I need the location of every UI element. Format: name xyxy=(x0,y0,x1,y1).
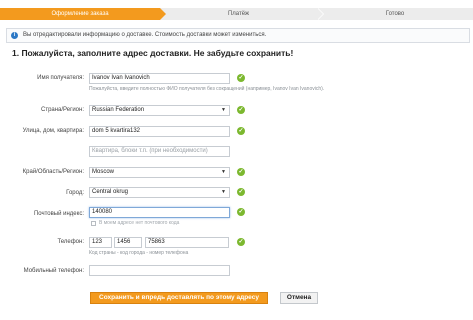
save-address-button[interactable]: Сохранить и впредь доставлять по этому а… xyxy=(90,292,268,304)
phone-ok-icon: ✓ xyxy=(237,238,245,246)
checkout-steps: Оформление заказа Платёж Готово xyxy=(0,8,473,20)
recipient-label: Имя получателя: xyxy=(37,75,84,81)
region-ok-icon: ✓ xyxy=(237,168,245,176)
info-notice: i Вы отредактировали информацию о достав… xyxy=(6,28,470,43)
recipient-ok-icon: ✓ xyxy=(237,74,245,82)
country-ok-icon: ✓ xyxy=(237,106,245,114)
region-select[interactable]: Moscow xyxy=(89,167,230,178)
phone-label: Телефон: xyxy=(57,239,84,245)
cancel-button[interactable]: Отмена xyxy=(280,292,318,304)
city-ok-icon: ✓ xyxy=(237,188,245,196)
city-select[interactable]: Central okrug xyxy=(89,187,230,198)
phone-area-code-input[interactable]: 1456 xyxy=(114,237,142,248)
street-ok-icon: ✓ xyxy=(237,127,245,135)
no-zip-checkbox[interactable] xyxy=(91,221,96,226)
step-order: Оформление заказа xyxy=(0,8,166,20)
country-label: Страна/Регион: xyxy=(40,107,84,113)
country-select[interactable]: Russian Federation xyxy=(89,105,230,116)
phone-country-code-input[interactable]: 123 xyxy=(89,237,112,248)
city-label: Город: xyxy=(66,190,84,196)
recipient-input[interactable]: Ivanov Ivan Ivanovich xyxy=(89,73,230,84)
notice-text: Вы отредактировали информацию о доставке… xyxy=(23,32,267,38)
info-icon: i xyxy=(11,32,18,39)
step-payment: Платёж xyxy=(160,8,324,20)
zip-ok-icon: ✓ xyxy=(237,208,245,216)
phone-hint: Код страны - код города - номер телефона xyxy=(89,250,189,256)
no-zip-checkbox-label: В моем адресе нет почтового кода xyxy=(99,220,180,226)
zip-label: Почтовый индекс: xyxy=(33,211,84,217)
street-input[interactable]: dom 5 kvartira132 xyxy=(89,126,230,137)
phone-number-input[interactable]: 75863 xyxy=(145,237,229,248)
zip-input[interactable]: 140080 xyxy=(89,207,230,218)
step-done: Готово xyxy=(317,8,473,20)
mobile-label: Мобильный телефон: xyxy=(23,268,84,274)
street-label: Улица, дом, квартира: xyxy=(22,128,84,134)
street2-input[interactable]: Квартира, блоки т.п. (при необходимости) xyxy=(89,146,230,157)
mobile-input[interactable] xyxy=(89,265,230,276)
recipient-hint: Пожалуйста, введите полностью ФИО получа… xyxy=(89,86,325,92)
region-label: Край/Область/Регион: xyxy=(22,169,84,175)
section-title: 1. Пожалуйста, заполните адрес доставки.… xyxy=(12,48,294,58)
